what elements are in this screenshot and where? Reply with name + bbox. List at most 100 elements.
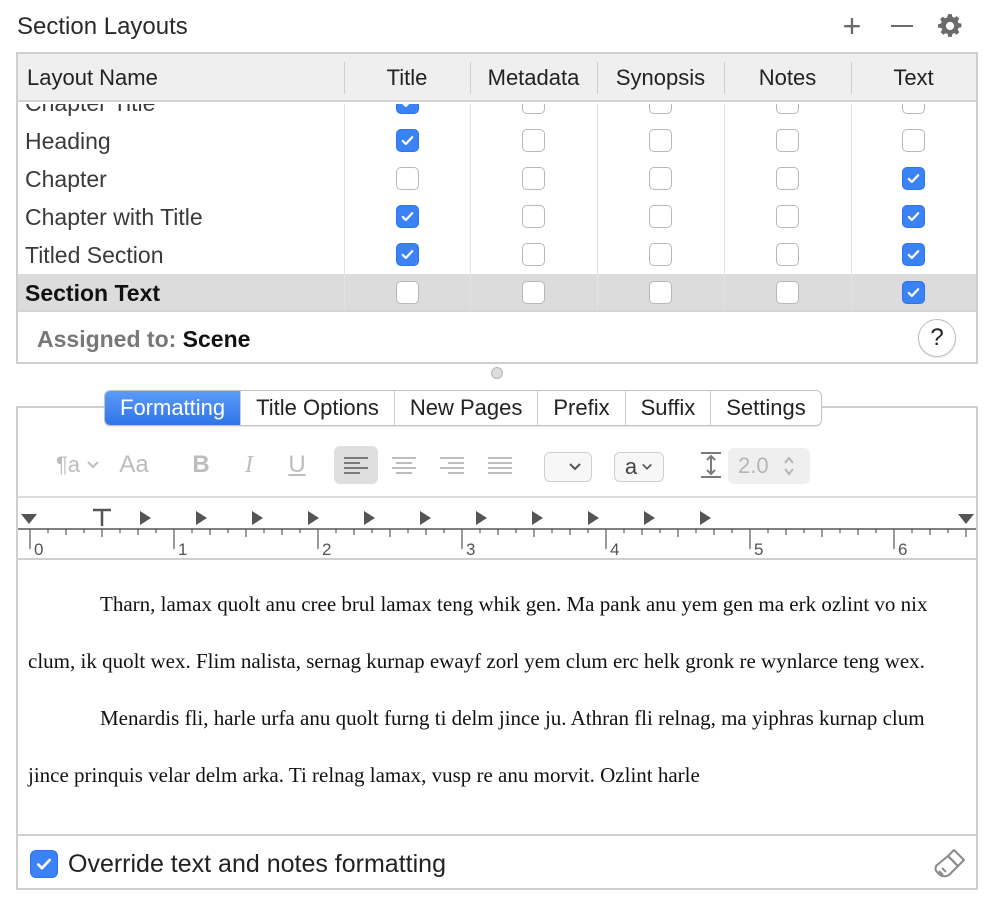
- row-checkbox-text[interactable]: [902, 205, 925, 228]
- chevron-down-icon: [642, 463, 653, 470]
- row-checkbox-synopsis[interactable]: [649, 243, 672, 266]
- paintbrush-icon[interactable]: [932, 846, 968, 882]
- table-row[interactable]: Section Text: [18, 274, 976, 310]
- row-checkbox-metadata[interactable]: [522, 243, 545, 266]
- assigned-to: Assigned to: Scene: [37, 326, 250, 353]
- add-layout-button[interactable]: +: [837, 8, 867, 44]
- tab-title-options[interactable]: Title Options: [240, 391, 394, 425]
- row-checkbox-title[interactable]: [396, 129, 419, 152]
- row-checkbox-notes[interactable]: [776, 243, 799, 266]
- checkmark-icon: [907, 288, 920, 298]
- tab-settings[interactable]: Settings: [710, 391, 821, 425]
- table-header: Layout Name Title Metadata Synopsis Note…: [18, 54, 976, 102]
- help-button[interactable]: ?: [918, 319, 956, 357]
- tab-prefix[interactable]: Prefix: [537, 391, 624, 425]
- row-checkbox-notes[interactable]: [776, 104, 799, 114]
- table-row[interactable]: Heading: [18, 122, 976, 160]
- tab-new-pages[interactable]: New Pages: [393, 391, 538, 425]
- layout-settings-button[interactable]: [935, 11, 965, 41]
- bold-button[interactable]: B: [186, 446, 216, 484]
- gear-icon: [938, 14, 962, 37]
- row-checkbox-metadata[interactable]: [522, 129, 545, 152]
- row-checkbox-title[interactable]: [396, 281, 419, 304]
- italic-button[interactable]: I: [234, 446, 264, 484]
- underline-button[interactable]: U: [282, 446, 312, 484]
- row-checkbox-text[interactable]: [902, 281, 925, 304]
- layout-name-cell: Titled Section: [25, 242, 164, 268]
- column-separator: [724, 104, 725, 310]
- row-checkbox-notes[interactable]: [776, 281, 799, 304]
- row-checkbox-metadata[interactable]: [522, 205, 545, 228]
- table-row[interactable]: Titled Section: [18, 236, 976, 274]
- row-checkbox-synopsis[interactable]: [649, 167, 672, 190]
- row-checkbox-text[interactable]: [902, 129, 925, 152]
- document-paragraph: Menardis fli, harle urfa anu quolt furng…: [28, 706, 925, 787]
- font-button[interactable]: Aa: [114, 446, 154, 484]
- row-checkbox-notes[interactable]: [776, 167, 799, 190]
- paragraph-style-menu[interactable]: ¶a: [46, 446, 110, 484]
- column-header-metadata[interactable]: Metadata: [470, 54, 597, 102]
- align-center-button[interactable]: [382, 446, 426, 484]
- ruler-label: 2: [322, 540, 332, 559]
- ruler-label: 1: [178, 540, 188, 559]
- row-checkbox-metadata[interactable]: [522, 281, 545, 304]
- text-color-popup[interactable]: [544, 452, 592, 482]
- minus-icon: [891, 25, 913, 27]
- ruler-label: 0: [34, 540, 44, 559]
- tab-suffix[interactable]: Suffix: [624, 391, 711, 425]
- row-checkbox-notes[interactable]: [776, 129, 799, 152]
- checkmark-icon: [907, 250, 920, 260]
- row-checkbox-metadata[interactable]: [522, 167, 545, 190]
- table-body: Chapter Title Heading Chapter Chapter with …: [18, 104, 976, 310]
- table-row[interactable]: Chapter Title: [18, 104, 976, 122]
- case-label: a: [624, 454, 638, 479]
- row-checkbox-synopsis[interactable]: [649, 281, 672, 304]
- checkmark-icon: [37, 858, 51, 870]
- row-checkbox-text[interactable]: [902, 243, 925, 266]
- row-checkbox-title[interactable]: [396, 243, 419, 266]
- row-checkbox-title[interactable]: [396, 167, 419, 190]
- ruler[interactable]: 0 1 2 3 4 5 6: [18, 496, 976, 560]
- column-header-notes[interactable]: Notes: [724, 54, 851, 102]
- column-header-layout-name[interactable]: Layout Name: [18, 54, 344, 102]
- document-preview[interactable]: Tharn, lamax quolt anu cree brul lamax t…: [18, 562, 976, 834]
- column-header-synopsis[interactable]: Synopsis: [597, 54, 724, 102]
- align-left-button[interactable]: [334, 446, 378, 484]
- column-separator: [851, 104, 852, 310]
- column-header-title[interactable]: Title: [344, 54, 470, 102]
- case-popup[interactable]: a: [614, 452, 664, 482]
- row-checkbox-synopsis[interactable]: [649, 205, 672, 228]
- ruler-ticks: [18, 508, 976, 549]
- plus-icon: +: [842, 8, 862, 44]
- row-checkbox-synopsis[interactable]: [649, 129, 672, 152]
- row-checkbox-notes[interactable]: [776, 205, 799, 228]
- row-checkbox-text[interactable]: [902, 104, 925, 114]
- column-separator: [344, 104, 345, 310]
- column-header-text[interactable]: Text: [851, 54, 976, 102]
- row-checkbox-title[interactable]: [396, 104, 419, 114]
- line-spacing-stepper[interactable]: 2.0: [728, 448, 810, 484]
- ruler-label: 4: [610, 540, 620, 559]
- row-checkbox-synopsis[interactable]: [649, 104, 672, 114]
- table-row[interactable]: Chapter: [18, 160, 976, 198]
- remove-layout-button[interactable]: [887, 11, 917, 41]
- panel-title: Section Layouts: [17, 13, 188, 40]
- column-separator: [470, 104, 471, 310]
- section-layouts-header: Section Layouts +: [17, 8, 977, 44]
- align-justify-button[interactable]: [478, 446, 522, 484]
- table-row[interactable]: Chapter with Title: [18, 198, 976, 236]
- assigned-to-label: Assigned to:: [37, 326, 177, 352]
- align-right-button[interactable]: [430, 446, 474, 484]
- checkmark-icon: [907, 212, 920, 222]
- row-checkbox-title[interactable]: [396, 205, 419, 228]
- column-separator: [597, 104, 598, 310]
- line-spacing-value: 2.0: [738, 453, 769, 478]
- layout-name-cell: Section Text: [25, 280, 161, 306]
- row-checkbox-text[interactable]: [902, 167, 925, 190]
- tab-formatting[interactable]: Formatting: [105, 391, 241, 425]
- row-checkbox-metadata[interactable]: [522, 104, 545, 114]
- override-formatting-checkbox[interactable]: [30, 850, 58, 878]
- chevron-down-icon: [87, 461, 99, 469]
- split-view-handle[interactable]: [491, 367, 503, 379]
- override-formatting-label[interactable]: Override text and notes formatting: [68, 850, 446, 879]
